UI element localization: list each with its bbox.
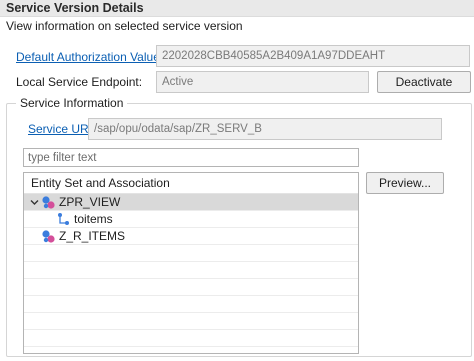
tree-empty-row	[24, 330, 358, 347]
tree-empty-row	[24, 296, 358, 313]
tree-empty-row	[24, 279, 358, 296]
service-url-field[interactable]: /sap/opu/odata/sap/ZR_SERV_B	[88, 118, 442, 140]
service-information-title: Service Information	[16, 96, 128, 110]
tree-empty-row	[24, 262, 358, 279]
preview-button[interactable]: Preview...	[366, 172, 444, 194]
tree-node-label: ZPR_VIEW	[59, 195, 121, 209]
section-title: Service Version Details	[6, 1, 144, 15]
tree-empty-row	[24, 347, 358, 353]
tree-node-zpr-view[interactable]: ZPR_VIEW	[24, 194, 358, 211]
tree-node-z-r-items[interactable]: Z_R_ITEMS	[24, 228, 358, 245]
tree-node-toitems[interactable]: toitems	[24, 211, 358, 228]
section-description: View information on selected service ver…	[6, 19, 243, 33]
tree-node-label: Z_R_ITEMS	[59, 229, 126, 243]
tree-node-label: toitems	[74, 212, 113, 226]
endpoint-status-field: Active	[156, 71, 369, 93]
tree-empty-row	[24, 313, 358, 330]
authorization-value-field[interactable]: 2202028CBB40585A2B409A1A97DDEAHT	[156, 45, 470, 67]
tree-empty-row	[24, 245, 358, 262]
tree-column-header: Entity Set and Association	[24, 173, 358, 194]
entity-set-icon	[42, 230, 55, 243]
entity-tree[interactable]: Entity Set and Association ZPR_VIEW toit…	[23, 172, 359, 354]
chevron-down-icon[interactable]	[30, 198, 39, 207]
filter-input[interactable]	[23, 148, 359, 167]
association-icon	[58, 213, 69, 225]
deactivate-button[interactable]: Deactivate	[377, 71, 471, 93]
local-endpoint-label: Local Service Endpoint:	[16, 75, 143, 89]
entity-set-icon	[42, 196, 55, 209]
default-authorization-link[interactable]: Default Authorization Values:	[16, 50, 169, 64]
